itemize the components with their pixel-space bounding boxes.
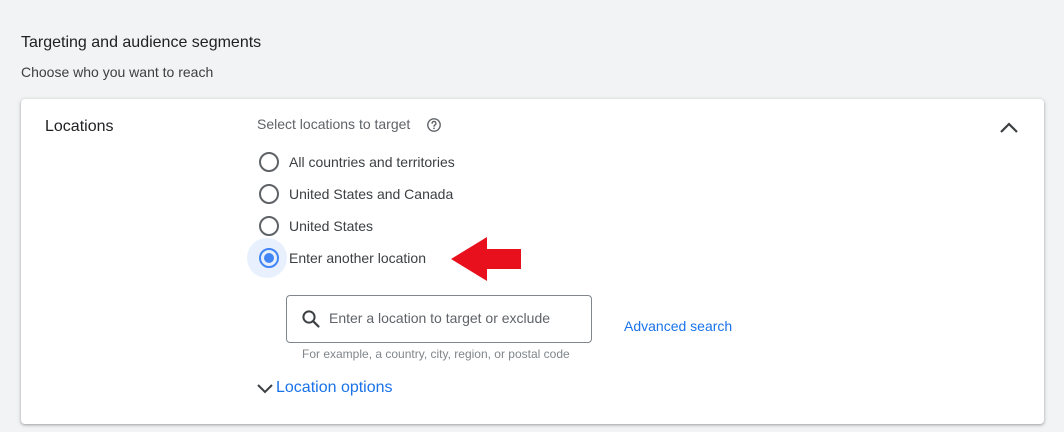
radio-button[interactable] bbox=[259, 216, 279, 236]
select-locations-label: Select locations to target bbox=[257, 116, 411, 132]
radio-button-selected[interactable] bbox=[259, 248, 279, 268]
chevron-up-icon bbox=[1000, 122, 1018, 133]
location-options-toggle[interactable]: Location options bbox=[255, 378, 393, 398]
help-circle-icon[interactable] bbox=[426, 117, 442, 133]
locations-card: Locations Select locations to target All… bbox=[21, 99, 1044, 424]
location-options-label: Location options bbox=[276, 379, 393, 396]
radio-option-us[interactable]: United States bbox=[257, 214, 373, 238]
location-search-input[interactable] bbox=[329, 304, 579, 332]
section-title: Targeting and audience segments bbox=[21, 34, 262, 51]
red-arrow-annotation bbox=[451, 237, 521, 281]
search-icon bbox=[302, 310, 320, 328]
radio-label: United States bbox=[289, 218, 374, 234]
search-hint: For example, a country, city, region, or… bbox=[302, 347, 570, 361]
advanced-search-link[interactable]: Advanced search bbox=[624, 318, 732, 334]
card-label: Locations bbox=[45, 118, 114, 135]
chevron-down-icon bbox=[257, 384, 273, 394]
radio-label: Enter another location bbox=[289, 250, 426, 266]
radio-button[interactable] bbox=[259, 152, 279, 172]
collapse-button[interactable] bbox=[997, 117, 1021, 139]
radio-option-us-canada[interactable]: United States and Canada bbox=[257, 182, 453, 206]
radio-option-all-countries[interactable]: All countries and territories bbox=[257, 150, 455, 174]
radio-label: United States and Canada bbox=[289, 186, 454, 202]
radio-button[interactable] bbox=[259, 184, 279, 204]
radio-option-another-location[interactable]: Enter another location bbox=[247, 238, 426, 278]
section-subtitle: Choose who you want to reach bbox=[21, 64, 214, 80]
location-search-field[interactable] bbox=[286, 295, 592, 343]
radio-label: All countries and territories bbox=[289, 154, 455, 170]
